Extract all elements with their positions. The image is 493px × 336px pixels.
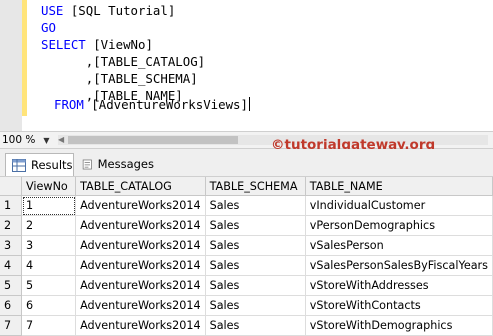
- table-row[interactable]: 6 6 AdventureWorks2014 Sales vStoreWithConta…: [0, 295, 493, 316]
- keyword-go: GO: [41, 20, 56, 35]
- column-header[interactable]: TABLE_NAME: [305, 177, 493, 196]
- code-line-catalog[interactable]: ,[TABLE_CATALOG]: [41, 53, 205, 70]
- table-cell[interactable]: AdventureWorks2014: [75, 315, 206, 336]
- table-cell[interactable]: 7: [21, 315, 77, 336]
- table-cell[interactable]: vSalesPerson: [305, 235, 493, 256]
- table-cell[interactable]: vSalesPersonSalesByFiscalYears: [305, 255, 493, 276]
- table-cell[interactable]: AdventureWorks2014: [75, 275, 206, 296]
- table-cell[interactable]: vIndividualCustomer: [305, 195, 493, 216]
- tab-messages[interactable]: Messages: [76, 153, 154, 175]
- table-cell[interactable]: 3: [21, 235, 77, 256]
- chevron-down-icon[interactable]: ▼: [43, 136, 49, 145]
- column-header[interactable]: TABLE_CATALOG: [75, 177, 206, 196]
- table-cell[interactable]: AdventureWorks2014: [75, 195, 206, 216]
- table-cell[interactable]: AdventureWorks2014: [75, 215, 206, 236]
- table-row[interactable]: 3 3 AdventureWorks2014 Sales vSalesPerson: [0, 235, 493, 256]
- keyword-select: SELECT: [41, 37, 86, 52]
- code-line-select[interactable]: SELECT [ViewNo]: [41, 36, 153, 53]
- header-row: ViewNo TABLE_CATALOG TABLE_SCHEMA TABLE_…: [0, 177, 493, 196]
- results-tab-bar: Results Messages: [0, 149, 493, 177]
- code-line-use[interactable]: USE [SQL Tutorial]: [41, 2, 175, 19]
- keyword-use: USE: [41, 3, 64, 18]
- table-cell[interactable]: 5: [21, 275, 77, 296]
- row-number[interactable]: 3: [0, 235, 23, 256]
- table-row[interactable]: 5 5 AdventureWorks2014 Sales vStoreWithAddre…: [0, 275, 493, 296]
- table-cell[interactable]: vStoreWithContacts: [305, 295, 493, 316]
- row-number[interactable]: 1: [0, 195, 23, 216]
- editor-gutter: [0, 0, 22, 131]
- zoom-select[interactable]: 100 % ▼: [2, 133, 50, 147]
- table-row[interactable]: 2 2 AdventureWorks2014 Sales vPersonDemograp…: [0, 215, 493, 236]
- message-icon: [82, 159, 92, 169]
- table-row[interactable]: 4 4 AdventureWorks2014 Sales vSalesPersonSal…: [0, 255, 493, 276]
- table-cell[interactable]: AdventureWorks2014: [75, 295, 206, 316]
- table-cell[interactable]: Sales: [205, 235, 306, 256]
- table-cell[interactable]: vStoreWithDemographics: [305, 315, 493, 336]
- results-grid: ViewNo TABLE_CATALOG TABLE_SCHEMA TABLE_…: [0, 177, 493, 336]
- table-cell[interactable]: Sales: [205, 215, 306, 236]
- table-cell[interactable]: vStoreWithAddresses: [305, 275, 493, 296]
- table-cell[interactable]: 2: [21, 215, 77, 236]
- tab-results-label: Results: [31, 158, 73, 172]
- code-text: [AdventureWorksViews]: [83, 97, 248, 112]
- table-cell[interactable]: AdventureWorks2014: [75, 235, 206, 256]
- keyword-from: FROM: [54, 97, 84, 112]
- code-text: ,[TABLE_CATALOG]: [41, 54, 206, 69]
- code-text: [ViewNo]: [85, 37, 153, 52]
- table-cell[interactable]: Sales: [205, 195, 306, 216]
- table-cell[interactable]: AdventureWorks2014: [75, 255, 206, 276]
- table-row[interactable]: 7 7 AdventureWorks2014 Sales vStoreWithDemog…: [0, 315, 493, 336]
- row-number[interactable]: 2: [0, 215, 23, 236]
- tab-messages-label: Messages: [97, 157, 154, 171]
- table-cell[interactable]: Sales: [205, 315, 306, 336]
- code-line-schema[interactable]: ,[TABLE_SCHEMA]: [41, 70, 198, 87]
- table-cell[interactable]: Sales: [205, 275, 306, 296]
- table-row[interactable]: 1 1 AdventureWorks2014 Sales vIndividualCust…: [0, 195, 493, 216]
- code-text: [SQL Tutorial]: [63, 3, 176, 18]
- row-number[interactable]: 7: [0, 315, 23, 336]
- code-line-go[interactable]: GO: [41, 19, 56, 36]
- table-cell[interactable]: 4: [21, 255, 77, 276]
- grid-icon: [12, 158, 26, 172]
- zoom-value: 100 %: [2, 134, 36, 146]
- column-header[interactable]: TABLE_SCHEMA: [205, 177, 306, 196]
- text-cursor: [248, 97, 250, 111]
- row-number[interactable]: 4: [0, 255, 23, 276]
- table-cell[interactable]: Sales: [205, 255, 306, 276]
- column-header[interactable]: ViewNo: [21, 177, 77, 196]
- table-cell[interactable]: vPersonDemographics: [305, 215, 493, 236]
- query-editor[interactable]: USE [SQL Tutorial] GO SELECT [ViewNo] ,[…: [0, 0, 493, 131]
- results-table: ViewNo TABLE_CATALOG TABLE_SCHEMA TABLE_…: [0, 177, 493, 336]
- grid-corner[interactable]: [0, 177, 23, 196]
- table-cell[interactable]: Sales: [205, 295, 306, 316]
- table-cell[interactable]: 6: [21, 295, 77, 316]
- code-text: ,[TABLE_SCHEMA]: [41, 71, 198, 86]
- change-indicator-bar: [22, 0, 27, 116]
- table-cell[interactable]: 1: [21, 195, 77, 216]
- tab-results[interactable]: Results: [5, 153, 74, 176]
- row-number[interactable]: 5: [0, 275, 23, 296]
- scroll-left-icon[interactable]: ◀: [58, 135, 64, 145]
- scrollbar-thumb[interactable]: [68, 136, 238, 144]
- code-line-from[interactable]: FROM [AdventureWorksViews]: [54, 96, 250, 113]
- row-number[interactable]: 6: [0, 295, 23, 316]
